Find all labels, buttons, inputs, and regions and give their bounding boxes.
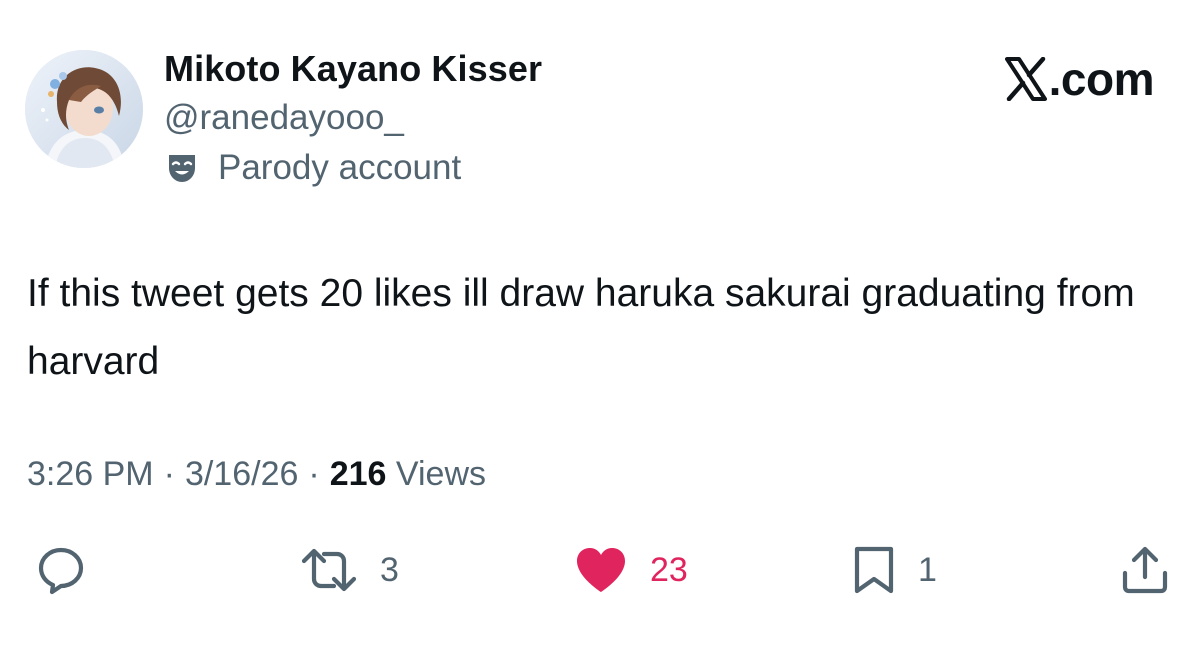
share-icon: [1122, 546, 1168, 594]
avatar[interactable]: [25, 50, 143, 168]
bookmark-button[interactable]: 1: [852, 540, 937, 600]
x-brand: .com: [1004, 52, 1155, 106]
account-label-row: Parody account: [164, 146, 461, 190]
x-logo-icon: [1004, 57, 1047, 101]
reply-icon: [38, 547, 84, 595]
retweet-count: 3: [380, 550, 399, 589]
share-button[interactable]: [1120, 540, 1170, 600]
like-button[interactable]: 23: [574, 540, 688, 600]
heart-icon: [577, 548, 625, 592]
meta-separator: ·: [308, 455, 320, 493]
bookmark-icon: [854, 546, 894, 594]
account-label: Parody account: [218, 148, 462, 187]
tweet-actions: 3 23 1: [0, 540, 1200, 600]
tweet-text: If this tweet gets 20 likes ill draw har…: [27, 272, 1135, 383]
reply-button[interactable]: [36, 540, 86, 600]
author-display-name[interactable]: Mikoto Kayano Kisser: [164, 48, 542, 90]
parody-mask-icon: [164, 150, 200, 186]
bookmark-count: 1: [918, 550, 937, 589]
avatar-image: [25, 50, 143, 168]
meta-separator: ·: [163, 455, 175, 493]
tweet-time[interactable]: 3:26 PM: [27, 455, 154, 493]
views-count: 216: [329, 455, 387, 493]
views-label: Views: [395, 455, 487, 493]
tweet-meta: 3:26 PM · 3/16/26 · 216 Views: [27, 455, 486, 494]
like-count: 23: [650, 550, 688, 589]
author-handle[interactable]: @ranedayooo_: [164, 98, 404, 138]
brand-text: .com: [1048, 53, 1155, 105]
tweet-date[interactable]: 3/16/26: [185, 455, 298, 493]
retweet-icon: [301, 548, 357, 592]
retweet-button[interactable]: 3: [300, 540, 399, 600]
